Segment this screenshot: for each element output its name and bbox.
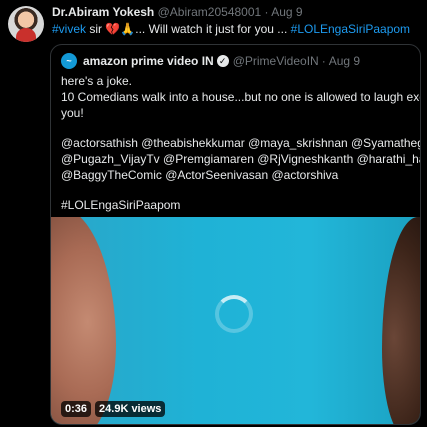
quoted-author-name[interactable]: amazon prime video IN bbox=[83, 54, 214, 68]
separator: · bbox=[321, 54, 326, 68]
video-views: 24.9K views bbox=[95, 401, 166, 417]
mentions-line[interactable]: @Pugazh_VijayTv @Premgiamaren @RjVignesh… bbox=[61, 151, 420, 167]
quoted-text: here's a joke. 10 Comedians walk into a … bbox=[61, 73, 421, 213]
tweet-header: Dr.Abiram Yokesh @Abiram20548001 · Aug 9 bbox=[52, 5, 303, 19]
video-frame-person-right bbox=[382, 217, 420, 424]
tweet[interactable]: Dr.Abiram Yokesh @Abiram20548001 · Aug 9… bbox=[0, 0, 427, 427]
quoted-tweet[interactable]: ~ amazon prime video IN ✓ @PrimeVideoIN … bbox=[50, 44, 421, 425]
quoted-line: you! bbox=[61, 106, 84, 120]
prime-video-logo-icon[interactable]: ~ bbox=[61, 53, 77, 69]
avatar[interactable] bbox=[8, 6, 44, 42]
mentions-line[interactable]: @actorsathish @theabishekkumar @maya_skr… bbox=[61, 135, 420, 151]
author-name[interactable]: Dr.Abiram Yokesh bbox=[52, 5, 154, 19]
mentions-line[interactable]: @BaggyTheComic @ActorSeenivasan @actorsh… bbox=[61, 167, 416, 183]
author-handle[interactable]: @Abiram20548001 bbox=[158, 5, 262, 19]
verified-icon: ✓ bbox=[216, 55, 229, 67]
video-badges: 0:36 24.9K views bbox=[61, 401, 166, 417]
tweet-text: #vivek sir 💔🙏... Will watch it just for … bbox=[52, 22, 410, 36]
broken-heart-icon: 💔 bbox=[105, 22, 121, 36]
separator: · bbox=[264, 5, 269, 19]
loading-spinner-icon bbox=[215, 295, 253, 333]
quoted-author-handle[interactable]: @PrimeVideoIN bbox=[233, 54, 319, 68]
pray-icon: 🙏 bbox=[120, 22, 136, 36]
quoted-header: ~ amazon prime video IN ✓ @PrimeVideoIN … bbox=[61, 53, 360, 69]
video-duration: 0:36 bbox=[61, 401, 92, 417]
quoted-line: here's a joke. bbox=[61, 74, 132, 88]
video-player[interactable]: 0:36 24.9K views bbox=[51, 217, 420, 424]
text-segment: sir bbox=[86, 22, 106, 36]
quoted-date[interactable]: Aug 9 bbox=[329, 54, 360, 68]
video-frame-person-left bbox=[51, 217, 116, 424]
tweet-date[interactable]: Aug 9 bbox=[271, 5, 302, 19]
text-segment: ... Will watch it just for you ... bbox=[135, 22, 291, 36]
hashtag-link[interactable]: #vivek bbox=[52, 22, 86, 36]
quoted-hashtag[interactable]: #LOLEngaSiriPaapom bbox=[61, 197, 416, 213]
quoted-line: 10 Comedians walk into a house...but no … bbox=[61, 90, 421, 104]
hashtag-link[interactable]: #LOLEngaSiriPaapom bbox=[291, 22, 410, 36]
